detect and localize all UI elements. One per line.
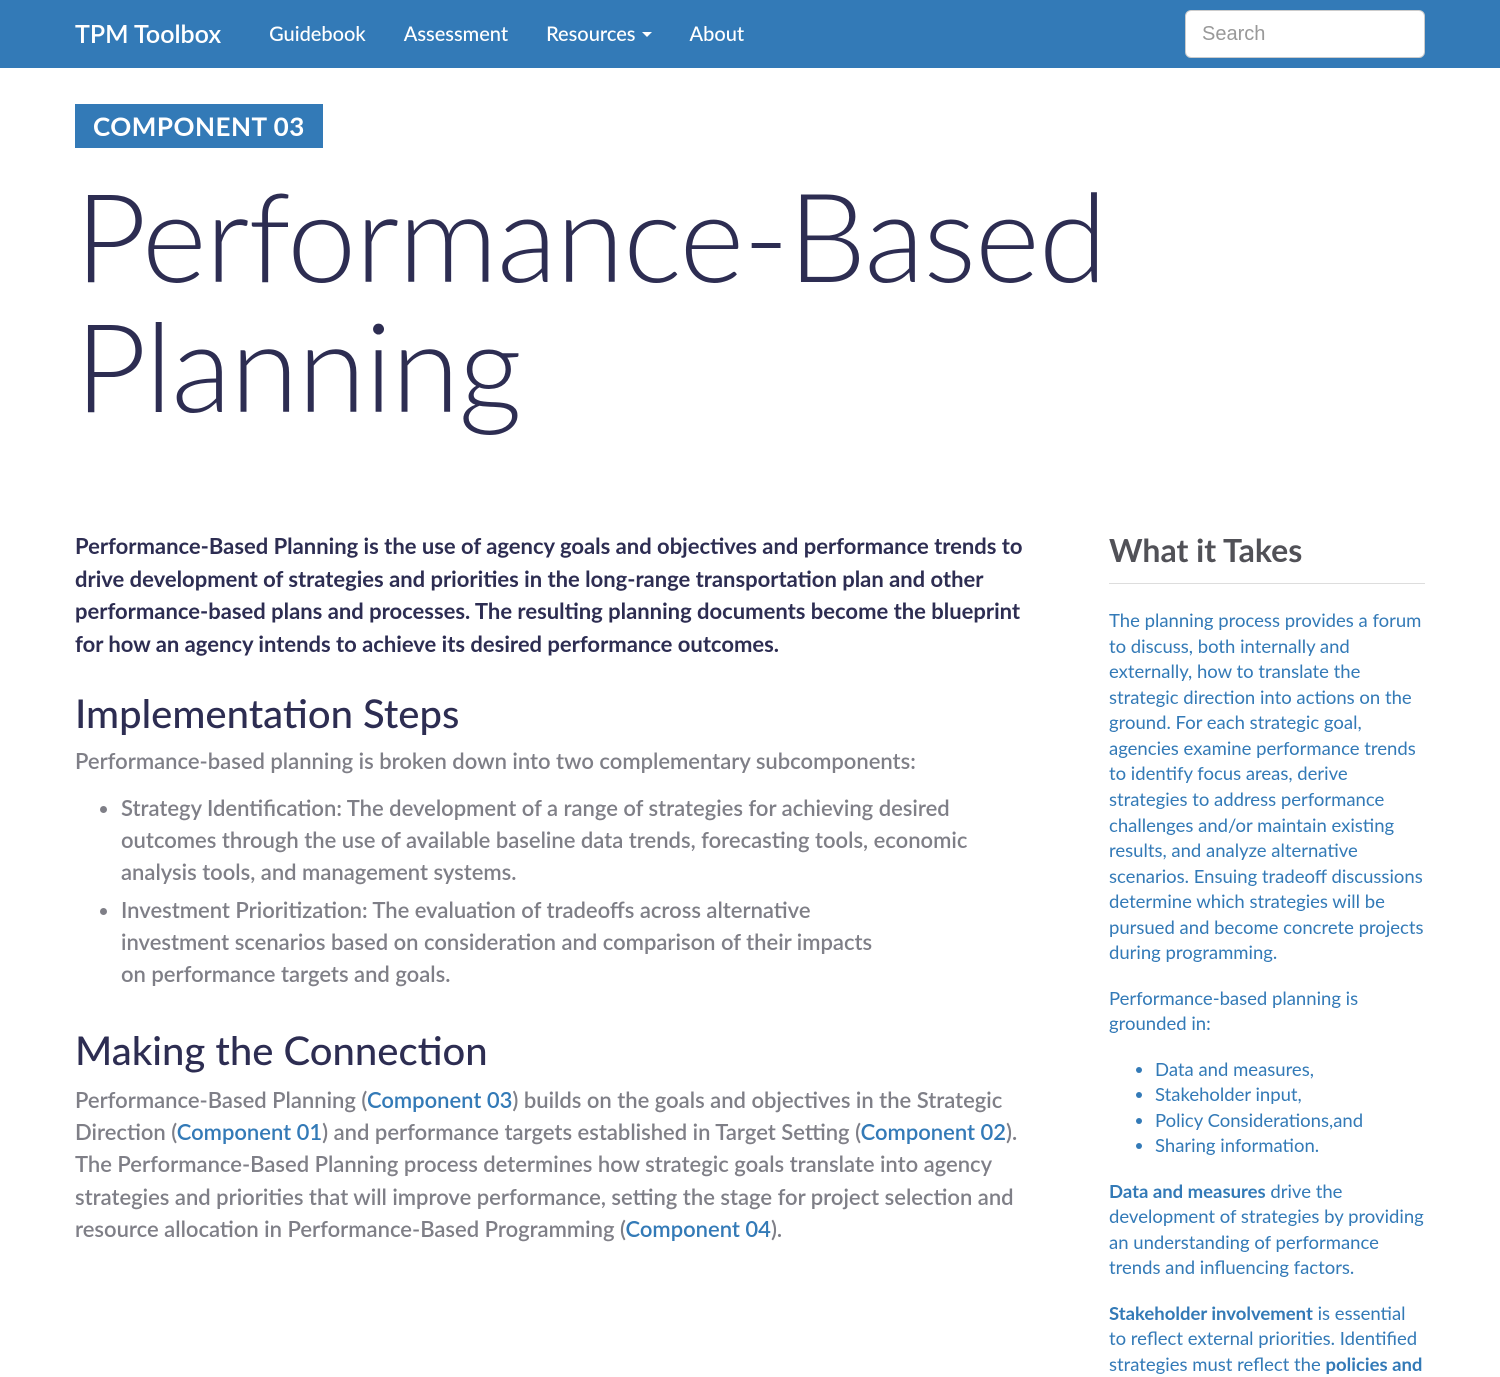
chevron-down-icon — [642, 32, 652, 37]
link-component-03[interactable]: Component 03 — [367, 1086, 512, 1113]
sidebar-p3: Data and measures drive the development … — [1109, 1179, 1425, 1281]
page-title: Performance-Based Planning — [75, 170, 1425, 430]
nav-assessment[interactable]: Assessment — [404, 22, 508, 46]
list-item: Data and measures, — [1155, 1057, 1425, 1083]
lead-paragraph: Performance-Based Planning is the use of… — [75, 530, 1049, 660]
text-bold: Stakeholder involvement — [1109, 1302, 1313, 1324]
link-component-04[interactable]: Component 04 — [625, 1215, 770, 1242]
list-item: Strategy Identification: The development… — [121, 792, 981, 888]
list-item: Investment Prioritization: The evaluatio… — [121, 894, 881, 990]
sidebar: What it Takes The planning process provi… — [1109, 530, 1425, 1377]
implementation-heading: Implementation Steps — [75, 689, 1049, 737]
sidebar-p2: Performance-based planning is grounded i… — [1109, 986, 1425, 1037]
sidebar-list: Data and measures, Stakeholder input, Po… — [1109, 1057, 1425, 1159]
main-row: Performance-Based Planning is the use of… — [75, 530, 1425, 1377]
text: Performance-Based Planning ( — [75, 1086, 367, 1113]
text: ). — [771, 1215, 782, 1242]
navbar: TPM Toolbox Guidebook Assessment Resourc… — [0, 0, 1500, 68]
sidebar-heading: What it Takes — [1109, 530, 1425, 584]
text: ) and performance targets established in… — [322, 1118, 860, 1145]
nav-about[interactable]: About — [690, 22, 745, 46]
implementation-intro: Performance-based planning is broken dow… — [75, 747, 1049, 774]
component-badge: COMPONENT 03 — [75, 104, 323, 148]
nav-guidebook[interactable]: Guidebook — [269, 22, 366, 46]
text-bold: policies and — [1326, 1353, 1423, 1375]
text-bold: Data and measures — [1109, 1180, 1266, 1202]
implementation-steps: Strategy Identification: The development… — [75, 792, 1049, 991]
link-component-01[interactable]: Component 01 — [177, 1118, 322, 1145]
search-input[interactable] — [1185, 10, 1425, 58]
connection-heading: Making the Connection — [75, 1026, 1049, 1074]
nav-resources[interactable]: Resources — [546, 22, 651, 46]
list-item: Policy Considerations,and — [1155, 1108, 1425, 1134]
brand[interactable]: TPM Toolbox — [75, 19, 221, 49]
link-component-02[interactable]: Component 02 — [861, 1118, 1006, 1145]
sidebar-p1: The planning process provides a forum to… — [1109, 608, 1425, 965]
page-container: COMPONENT 03 Performance-Based Planning … — [0, 68, 1500, 1377]
connection-paragraph: Performance-Based Planning (Component 03… — [75, 1084, 1049, 1245]
sidebar-p4: Stakeholder involvement is essential to … — [1109, 1301, 1425, 1377]
nav-links: Guidebook Assessment Resources About — [269, 22, 744, 46]
main-content: Performance-Based Planning is the use of… — [75, 530, 1049, 1377]
list-item: Stakeholder input, — [1155, 1082, 1425, 1108]
nav-resources-label: Resources — [546, 22, 635, 46]
